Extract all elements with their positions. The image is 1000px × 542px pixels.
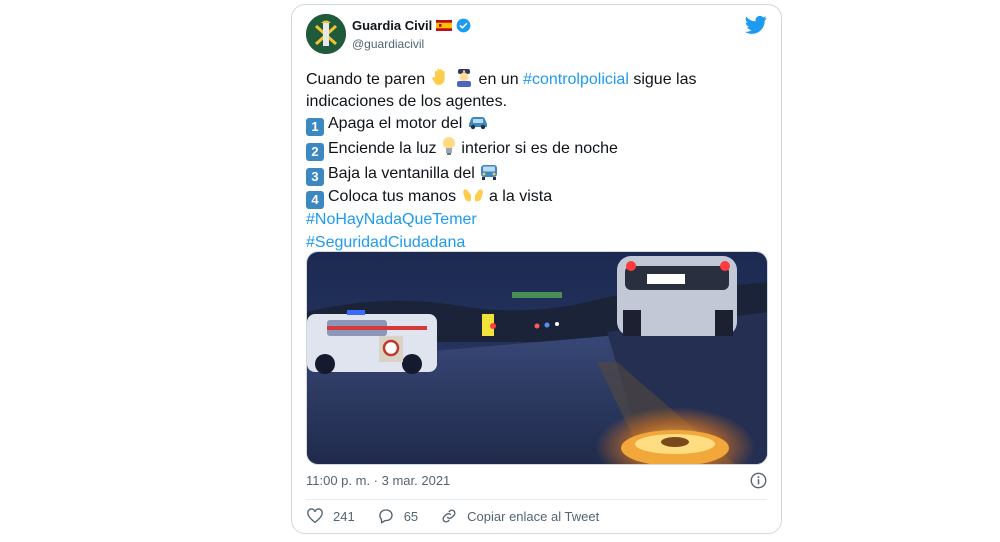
keycap-one-icon: 1 bbox=[306, 118, 324, 137]
light-bulb-emoji-icon bbox=[442, 137, 455, 156]
avatar[interactable] bbox=[306, 14, 346, 54]
hashtag-link[interactable]: #controlpolicial bbox=[523, 71, 629, 88]
info-icon[interactable] bbox=[750, 472, 767, 489]
step-text: a la vista bbox=[484, 188, 553, 206]
hashtag-link[interactable]: #NoHayNadaQueTemer bbox=[306, 209, 766, 231]
step-line: 3 Baja la ventanilla del bbox=[306, 161, 766, 187]
heart-icon bbox=[307, 508, 323, 524]
open-hands-emoji-icon bbox=[462, 189, 483, 202]
step-line: 4 Coloca tus manos a la vista bbox=[306, 186, 766, 210]
keycap-four-icon: 4 bbox=[306, 191, 324, 210]
display-name[interactable]: Guardia Civil bbox=[352, 18, 471, 33]
tweet-text-segment: sigue las bbox=[628, 71, 697, 88]
tweet-line-1: Cuando te paren en un #controlpolicial s… bbox=[306, 67, 766, 91]
police-officer-emoji-icon bbox=[457, 69, 472, 87]
verified-badge-icon bbox=[456, 18, 471, 33]
keycap-two-icon: 2 bbox=[306, 143, 324, 162]
link-icon bbox=[442, 509, 456, 523]
copy-link-button[interactable]: Copiar enlace al Tweet bbox=[440, 507, 599, 525]
twitter-bird-icon[interactable] bbox=[745, 15, 767, 35]
tweet-photo[interactable] bbox=[306, 251, 768, 465]
step-text: Enciende la luz bbox=[328, 140, 441, 158]
step-line: 2 Enciende la luz interior si es de noche bbox=[306, 136, 766, 162]
tweet-text: Cuando te paren en un #controlpolicial s… bbox=[306, 67, 766, 254]
tweet-text-segment: Cuando te paren bbox=[306, 71, 430, 88]
step-line: 1 Apaga el motor del bbox=[306, 113, 766, 137]
step-text: Coloca tus manos bbox=[328, 188, 461, 206]
spain-flag-icon bbox=[436, 20, 453, 31]
reply-button[interactable]: 65 bbox=[377, 507, 418, 525]
like-count: 241 bbox=[333, 508, 355, 524]
car-emoji-icon bbox=[468, 117, 487, 130]
tweet-text-segment: en un bbox=[474, 71, 524, 88]
like-button[interactable]: 241 bbox=[306, 507, 355, 525]
display-name-text: Guardia Civil bbox=[352, 18, 433, 33]
tweet-card[interactable]: Guardia Civil @guardiacivil Cuando te pa… bbox=[291, 4, 782, 534]
divider bbox=[306, 499, 767, 500]
action-bar: 241 65 Copiar enlace al Tweet bbox=[306, 507, 621, 525]
handle[interactable]: @guardiacivil bbox=[352, 37, 424, 51]
copy-link-label: Copiar enlace al Tweet bbox=[467, 508, 600, 524]
step-text: Baja la ventanilla del bbox=[328, 165, 480, 183]
step-text: interior si es de noche bbox=[456, 140, 618, 158]
tweet-line-2: indicaciones de los agentes. bbox=[306, 93, 508, 111]
night-road-checkpoint-photo bbox=[307, 252, 767, 464]
keycap-three-icon: 3 bbox=[306, 168, 324, 187]
raised-hand-emoji-icon bbox=[431, 68, 445, 85]
reply-bubble-icon bbox=[379, 509, 393, 524]
oncoming-car-emoji-icon bbox=[481, 165, 498, 181]
step-text: Apaga el motor del bbox=[328, 115, 467, 133]
reply-count: 65 bbox=[403, 508, 419, 524]
timestamp[interactable]: 11:00 p. m. · 3 mar. 2021 bbox=[306, 473, 450, 488]
guardia-civil-emblem-icon bbox=[306, 14, 346, 54]
